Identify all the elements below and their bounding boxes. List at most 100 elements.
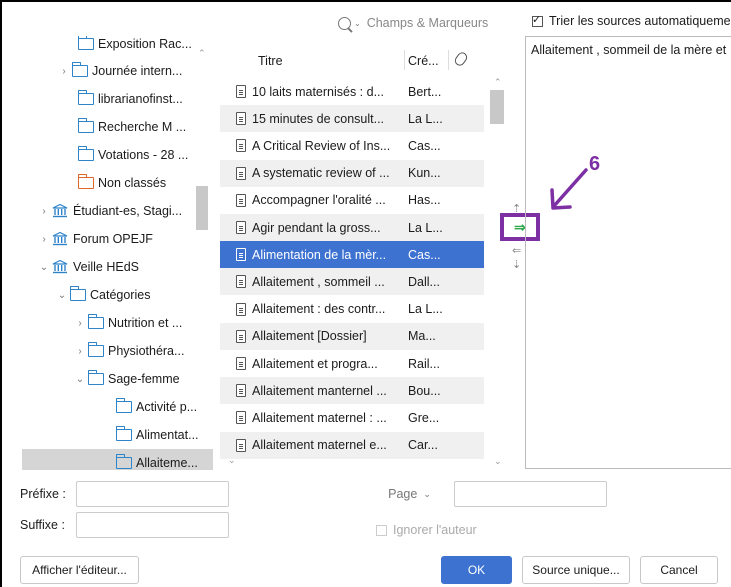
tree-item[interactable]: ⌄ Veille HEdS bbox=[38, 253, 139, 281]
prefix-input[interactable] bbox=[76, 481, 229, 507]
item-row[interactable]: Allaitement : des contr... La L... bbox=[220, 296, 484, 323]
tree-item[interactable]: Non classés bbox=[64, 169, 166, 197]
item-row[interactable]: Allaitement maternel : ... Gre... bbox=[220, 404, 484, 431]
item-row[interactable]: Allaitement et progra... Rail... bbox=[220, 350, 484, 377]
folder-icon bbox=[69, 286, 86, 301]
checkbox-icon[interactable] bbox=[532, 13, 543, 27]
list-scrollbar[interactable] bbox=[490, 90, 504, 124]
list-scroll-up-icon[interactable]: ⌃ bbox=[494, 77, 502, 88]
item-row[interactable]: Allaitement [Dossier] Ma... bbox=[220, 322, 484, 350]
ignore-author-checkbox[interactable]: Ignorer l'auteur bbox=[376, 523, 477, 537]
item-row[interactable]: Allaitement maternel e... Car... bbox=[220, 431, 484, 459]
tree-item[interactable]: ⌄ Catégories bbox=[56, 281, 150, 309]
tree-item[interactable]: Votations - 28 ... bbox=[64, 141, 188, 169]
checkbox-icon[interactable] bbox=[376, 524, 387, 536]
move-down-icon[interactable]: ⇣ bbox=[512, 258, 521, 271]
collection-tree[interactable]: Exposition Rac... › Journée intern... libra… bbox=[18, 36, 213, 470]
search-field[interactable]: ⌄ Champs & Marqueurs bbox=[338, 12, 508, 34]
prefix-label: Préfixe : bbox=[20, 487, 66, 501]
column-title[interactable]: Titre bbox=[258, 54, 283, 68]
chevron-right-icon[interactable]: › bbox=[74, 318, 86, 329]
sort-sources-label: Trier les sources automatiquement bbox=[549, 14, 731, 28]
cancel-button[interactable]: Cancel bbox=[640, 556, 718, 584]
item-title: Allaitement : des contr... bbox=[252, 302, 386, 317]
document-icon bbox=[236, 139, 246, 153]
remove-source-icon[interactable]: ⇐ bbox=[512, 244, 521, 257]
tree-item-label: Alimentat... bbox=[136, 428, 199, 442]
tree-item-label: Journée intern... bbox=[92, 64, 183, 78]
item-creator: La L... bbox=[408, 111, 443, 126]
column-separator bbox=[404, 50, 405, 70]
folder-icon bbox=[87, 314, 104, 329]
document-icon bbox=[236, 166, 246, 180]
item-row[interactable]: A Critical Review of Ins... Cas... bbox=[220, 132, 484, 159]
library-icon bbox=[52, 232, 68, 246]
item-row[interactable]: A systematic review of ... Kun... bbox=[220, 159, 484, 187]
document-icon bbox=[236, 221, 246, 234]
chevron-right-icon[interactable]: › bbox=[38, 206, 50, 217]
item-row[interactable]: Allaitement , sommeil ... Dall... bbox=[220, 268, 484, 296]
page-locator-input[interactable] bbox=[454, 481, 607, 507]
single-source-button[interactable]: Source unique... bbox=[522, 556, 630, 584]
tree-item[interactable]: › Journée intern... bbox=[58, 57, 182, 85]
ok-button[interactable]: OK bbox=[441, 556, 512, 584]
item-title: Allaitement manternel ... bbox=[252, 383, 387, 398]
item-creator: Rail... bbox=[408, 356, 440, 371]
show-editor-button[interactable]: Afficher l'éditeur... bbox=[20, 556, 139, 584]
tree-item[interactable]: Exposition Rac... bbox=[64, 36, 192, 58]
item-row[interactable]: Allaitement manternel ... Bou... bbox=[220, 377, 484, 405]
item-creator: Ma... bbox=[408, 329, 436, 344]
folder-icon bbox=[71, 62, 88, 77]
item-title: Allaitement maternel : ... bbox=[252, 410, 387, 425]
tree-item-label: Recherche M ... bbox=[98, 120, 187, 134]
folder-icon bbox=[115, 398, 132, 413]
tree-item[interactable]: Activité p... bbox=[102, 393, 197, 421]
tree-item[interactable]: › Étudiant-es, Stagi... bbox=[38, 197, 182, 225]
tree-item[interactable]: librarianofinst... bbox=[64, 85, 183, 113]
chevron-down-icon[interactable]: ⌄ bbox=[38, 262, 50, 273]
document-icon bbox=[236, 329, 246, 343]
page-locator-select[interactable]: Page ⌄ bbox=[372, 481, 447, 507]
item-row[interactable]: Alimentation de la mèr... Cas... bbox=[220, 241, 484, 269]
sort-sources-checkbox[interactable]: Trier les sources automatiquement bbox=[532, 13, 731, 28]
tree-item[interactable]: ⌄ Sage-femme bbox=[74, 365, 180, 393]
chevron-down-icon[interactable]: ⌄ bbox=[74, 374, 86, 385]
chevron-down-icon[interactable]: ⌄ bbox=[354, 19, 361, 28]
search-icon[interactable] bbox=[338, 16, 351, 30]
item-creator: Cas... bbox=[408, 247, 441, 262]
item-row[interactable]: Accompagner l'oralité ... Has... bbox=[220, 187, 484, 214]
item-row[interactable]: 10 laits maternisés : d... Bert... bbox=[220, 78, 484, 105]
tree-item[interactable]: Recherche M ... bbox=[64, 113, 186, 141]
tree-item-label: Exposition Rac... bbox=[98, 37, 192, 51]
tree-item-label: Votations - 28 ... bbox=[98, 148, 189, 162]
chevron-right-icon[interactable]: › bbox=[38, 234, 50, 245]
column-creator[interactable]: Cré... bbox=[408, 54, 439, 68]
column-separator bbox=[448, 50, 449, 70]
selected-source-text[interactable]: Allaitement , sommeil de la mère et bbox=[531, 43, 726, 57]
list-scroll-down-icon[interactable]: ⌄ bbox=[494, 456, 502, 467]
tree-item[interactable]: Allaiteme... bbox=[22, 449, 213, 470]
tree-scrollbar[interactable] bbox=[196, 186, 208, 230]
tree-item[interactable]: › Nutrition et ... bbox=[74, 309, 182, 337]
unfiled-folder-icon bbox=[77, 174, 94, 189]
item-creator: Bert... bbox=[408, 84, 442, 99]
tree-item[interactable]: › Forum OPEJF bbox=[38, 225, 153, 253]
tree-scroll-up-icon[interactable]: ⌃ bbox=[198, 48, 206, 59]
folder-icon bbox=[77, 118, 94, 133]
chevron-down-icon[interactable]: ⌄ bbox=[56, 290, 68, 301]
document-icon bbox=[236, 193, 246, 207]
tree-item[interactable]: Alimentat... bbox=[102, 421, 199, 449]
document-icon bbox=[236, 384, 246, 398]
chevron-right-icon[interactable]: › bbox=[58, 66, 70, 77]
item-row[interactable]: 15 minutes de consult... La L... bbox=[220, 105, 484, 133]
selected-sources-pane[interactable]: Allaitement , sommeil de la mère et bbox=[525, 36, 731, 469]
tree-item[interactable]: › Physiothéra... bbox=[74, 337, 184, 365]
attachment-icon[interactable] bbox=[452, 50, 470, 68]
item-row[interactable]: Agir pendant la gross... La L... bbox=[220, 214, 484, 241]
chevron-right-icon[interactable]: › bbox=[74, 346, 86, 357]
suffix-input[interactable] bbox=[76, 512, 229, 538]
ignore-author-label: Ignorer l'auteur bbox=[393, 523, 477, 537]
document-icon bbox=[236, 85, 246, 98]
item-title: Allaitement maternel e... bbox=[252, 438, 387, 453]
search-input[interactable]: Champs & Marqueurs bbox=[367, 16, 489, 30]
